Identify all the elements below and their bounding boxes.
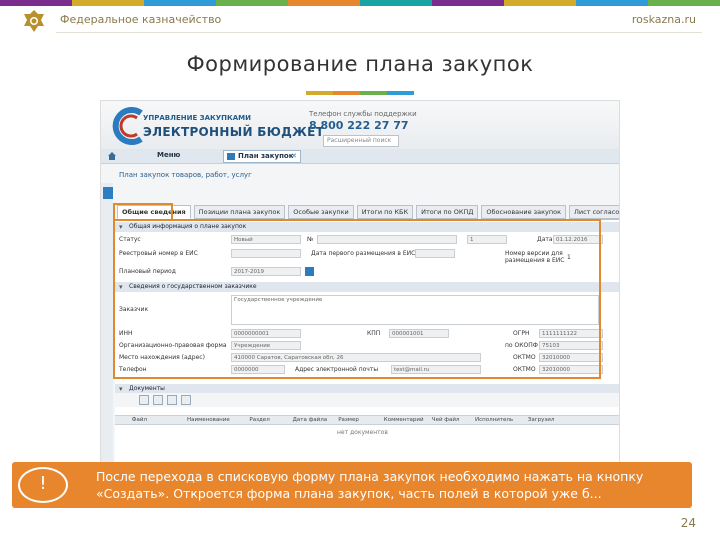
form-tabs: Общие сведения Позиции плана закупок Особы… — [117, 205, 619, 219]
left-strip — [101, 183, 113, 504]
title-underline — [306, 91, 414, 95]
exclamation-icon: ! — [18, 467, 68, 503]
home-icon[interactable] — [107, 151, 117, 161]
document-icon — [227, 153, 235, 160]
highlight-form — [113, 219, 601, 379]
callout-text: После перехода в списковую форму плана з… — [96, 469, 644, 501]
grid-column-header[interactable]: Файл — [132, 417, 147, 423]
grid-column-header[interactable]: Размер — [338, 417, 359, 423]
stripe-segment — [288, 0, 360, 6]
stripe-segment — [648, 0, 720, 6]
title-bar-segment — [333, 91, 360, 95]
page-number: 24 — [680, 516, 696, 530]
grid-column-header[interactable]: Комментарий — [384, 417, 424, 423]
form-tab[interactable]: Особые закупки — [288, 205, 354, 219]
grid-column-header[interactable]: Чей файл — [432, 417, 460, 423]
title-bar-segment — [360, 91, 387, 95]
stripe-segment — [0, 0, 72, 6]
form-tab[interactable]: Итоги по ОКПД — [416, 205, 479, 219]
form-subtitle: План закупок товаров, работ, услуг — [119, 171, 252, 179]
app-screenshot: УПРАВЛЕНИЕ ЗАКУПКАМИ ЭЛЕКТРОННЫЙ БЮДЖЕТ … — [100, 100, 620, 505]
edit-icon[interactable] — [103, 187, 113, 199]
delete-icon[interactable] — [167, 395, 177, 405]
slide-title: Формирование плана закупок — [186, 52, 534, 76]
grid-column-header[interactable]: Загрузил — [528, 417, 555, 423]
brand-subtitle: УПРАВЛЕНИЕ ЗАКУПКАМИ — [143, 114, 252, 122]
stripe-segment — [360, 0, 432, 6]
tab-plan-zakupok[interactable]: План закупок ✕ — [223, 150, 301, 163]
callout-badge-wrap: ! — [12, 462, 76, 508]
stripe-segment — [576, 0, 648, 6]
menu-bar: Меню План закупок ✕ — [101, 149, 619, 164]
org-name: Федеральное казначейство — [60, 13, 222, 26]
menu-button[interactable]: Меню — [157, 151, 180, 159]
form-tab[interactable]: Итоги по КБК — [356, 205, 414, 219]
title-bar-segment — [306, 91, 333, 95]
brand-title: ЭЛЕКТРОННЫЙ БЮДЖЕТ — [143, 125, 325, 139]
grid-column-header[interactable]: Исполнитель — [475, 417, 513, 423]
stripe-segment — [72, 0, 144, 6]
title-bar-segment — [387, 91, 414, 95]
add-file-icon[interactable] — [139, 395, 149, 405]
grid-column-header[interactable]: Раздел — [249, 417, 269, 423]
top-color-stripe — [0, 0, 720, 6]
download-icon[interactable] — [153, 395, 163, 405]
link-icon[interactable] — [181, 395, 191, 405]
hotline-number: 8 800 222 27 77 — [309, 119, 409, 132]
search-input[interactable]: Расширенный поиск — [323, 135, 399, 147]
documents-grid-header: Файл Наименование Раздел Дата файла Размер Ко… — [115, 415, 619, 425]
form-tab[interactable]: Обоснование закупок — [481, 205, 567, 219]
grid-column-header[interactable]: Наименование — [187, 417, 230, 423]
stripe-segment — [144, 0, 216, 6]
stripe-segment — [216, 0, 288, 6]
stripe-segment — [432, 0, 504, 6]
grid-empty-note: нет документов — [337, 429, 388, 436]
close-icon[interactable]: ✕ — [291, 151, 297, 162]
tab-label: План закупок — [238, 152, 294, 160]
form-tab[interactable]: Лист согласования — [569, 205, 619, 219]
hotline-label: Телефон службы поддержки — [309, 110, 417, 118]
form-tab[interactable]: Позиции плана закупок — [193, 205, 286, 219]
header-divider — [56, 32, 702, 33]
grid-column-header[interactable]: Дата файла — [293, 417, 328, 423]
documents-toolbar — [115, 393, 619, 407]
info-callout: После перехода в списковую форму плана з… — [12, 462, 692, 508]
app-header: УПРАВЛЕНИЕ ЗАКУПКАМИ ЭЛЕКТРОННЫЙ БЮДЖЕТ … — [101, 101, 619, 149]
site-link[interactable]: roskazna.ru — [632, 13, 696, 26]
stripe-segment — [504, 0, 576, 6]
eagle-emblem-icon — [24, 10, 44, 32]
